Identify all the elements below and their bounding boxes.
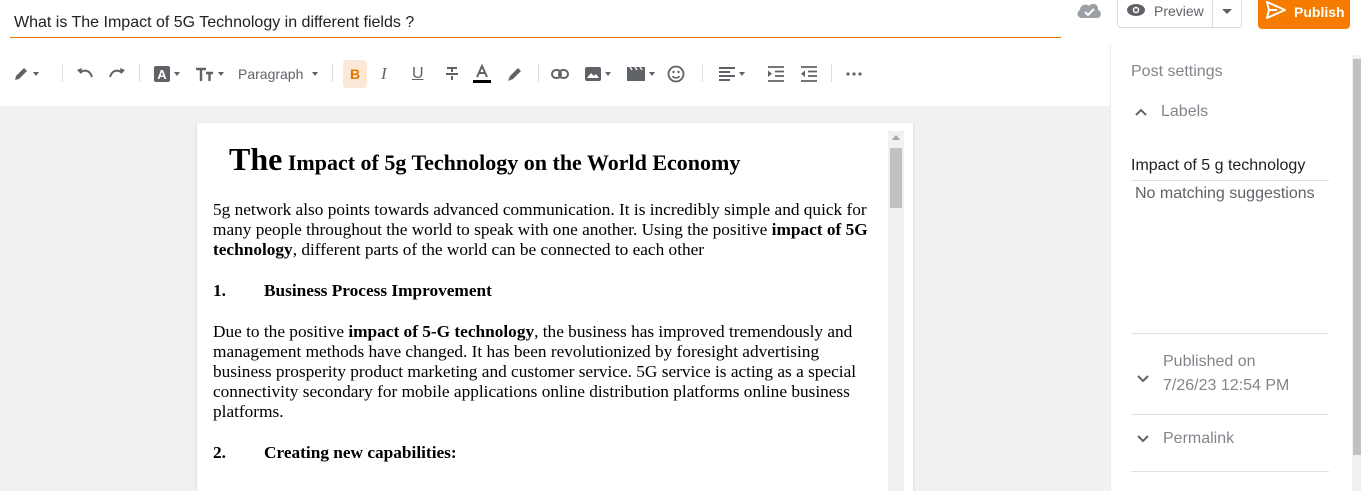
section-divider xyxy=(1131,414,1329,415)
preview-dropdown-button[interactable] xyxy=(1212,0,1242,28)
pencil-mode-icon[interactable] xyxy=(12,60,39,88)
scrollbar-thumb[interactable] xyxy=(890,148,902,208)
toolbar-divider xyxy=(62,64,63,82)
align-left-icon[interactable] xyxy=(718,60,745,88)
svg-text:A: A xyxy=(157,67,167,82)
post-body-editor[interactable]: The Impact of 5g Technology on the World… xyxy=(197,123,913,491)
side-panel-scrollbar[interactable] xyxy=(1352,55,1361,491)
publish-button[interactable]: Publish xyxy=(1258,0,1350,29)
link-icon[interactable] xyxy=(551,60,569,88)
eye-icon xyxy=(1126,3,1146,20)
labels-section-toggle[interactable]: Labels xyxy=(1135,103,1208,121)
permalink-label: Permalink xyxy=(1163,430,1235,447)
insert-video-icon[interactable] xyxy=(626,60,655,88)
paragraph: 5g network also points towards advanced … xyxy=(213,200,868,259)
published-on-label: Published on xyxy=(1163,353,1256,370)
no-suggestions-text: No matching suggestions xyxy=(1135,185,1315,202)
paragraph-style-dropdown[interactable]: Paragraph xyxy=(238,60,319,88)
preview-button[interactable]: Preview xyxy=(1117,0,1213,28)
post-settings-panel: Post settings Labels Impact of 5 g techn… xyxy=(1110,45,1361,491)
indent-icon[interactable] xyxy=(767,60,785,88)
section-heading: 2. Creating new capabilities: xyxy=(213,443,457,462)
publish-label: Publish xyxy=(1294,3,1345,20)
blogger-post-editor: Preview Publish A Paragraph B xyxy=(0,0,1361,491)
section-heading: 1. Business Process Improvement xyxy=(213,281,492,300)
highlight-icon[interactable] xyxy=(506,60,524,88)
section-divider xyxy=(1131,333,1329,334)
outdent-icon[interactable] xyxy=(800,60,818,88)
more-options-icon[interactable] xyxy=(846,60,862,88)
formatting-toolbar: A Paragraph B I U xyxy=(0,50,1110,98)
toolbar-divider xyxy=(831,64,832,82)
labels-input[interactable]: Impact of 5 g technology xyxy=(1131,155,1329,181)
post-settings-heading: Post settings xyxy=(1131,63,1223,80)
editor-scrollbar[interactable] xyxy=(888,131,904,491)
published-on-section-toggle[interactable]: Published on 7/26/23 12:54 PM xyxy=(1137,350,1289,398)
labels-heading: Labels xyxy=(1161,103,1209,120)
chevron-down-icon xyxy=(1137,430,1149,448)
chevron-up-icon xyxy=(1135,103,1147,121)
post-body-content[interactable]: The Impact of 5g Technology on the World… xyxy=(213,138,877,484)
bold-button[interactable]: B xyxy=(343,60,367,88)
toolbar-divider xyxy=(702,64,703,82)
permalink-section-toggle[interactable]: Permalink xyxy=(1137,430,1234,448)
redo-icon[interactable] xyxy=(108,60,126,88)
document-heading: The Impact of 5g Technology on the World… xyxy=(229,141,741,177)
font-family-icon[interactable]: A xyxy=(153,60,180,88)
paragraph: Due to the positive impact of 5-G techno… xyxy=(213,322,857,421)
toolbar-divider xyxy=(538,64,539,82)
italic-button[interactable]: I xyxy=(381,60,387,88)
undo-icon[interactable] xyxy=(76,60,94,88)
insert-image-icon[interactable] xyxy=(584,60,611,88)
paragraph-style-label: Paragraph xyxy=(238,66,304,82)
cloud-saved-icon xyxy=(1075,0,1103,20)
toolbar-divider xyxy=(139,64,140,82)
chevron-down-icon xyxy=(1222,8,1232,14)
send-icon xyxy=(1266,1,1286,22)
chevron-down-icon xyxy=(1137,370,1149,398)
strikethrough-icon[interactable] xyxy=(444,60,460,88)
font-size-icon[interactable] xyxy=(195,60,224,88)
scroll-up-arrow-icon[interactable] xyxy=(892,135,900,140)
scrollbar-thumb[interactable] xyxy=(1353,59,1361,455)
emoji-icon[interactable] xyxy=(667,60,685,88)
toolbar-divider xyxy=(332,64,333,82)
preview-label: Preview xyxy=(1154,3,1204,19)
published-date: 7/26/23 12:54 PM xyxy=(1163,377,1290,394)
section-divider xyxy=(1131,471,1329,472)
post-title-input[interactable] xyxy=(10,8,1061,38)
text-color-icon[interactable] xyxy=(472,60,492,88)
underline-button[interactable]: U xyxy=(412,60,424,88)
